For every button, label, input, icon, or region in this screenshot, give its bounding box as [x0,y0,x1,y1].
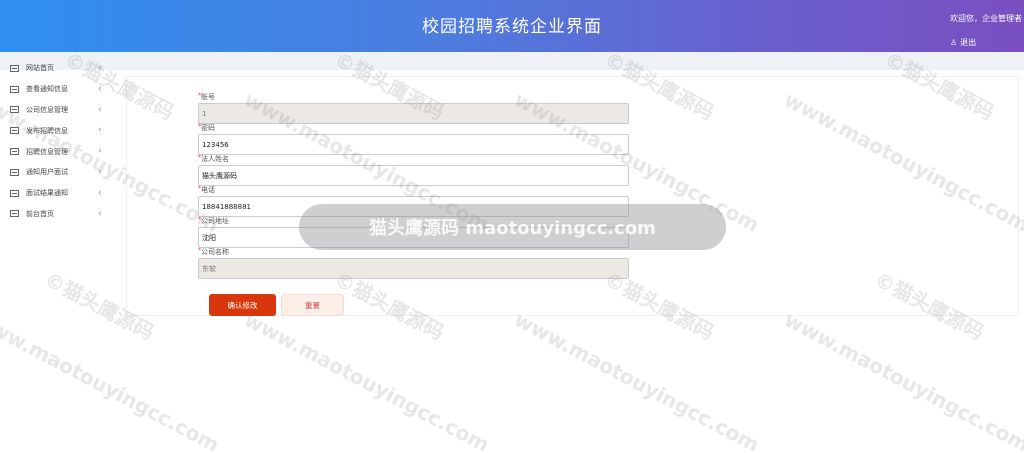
sidebar-item-label: 通知用户面试 [26,168,68,177]
password-label: *密码 [198,123,215,132]
sidebar-item-label: 查看通知信息 [26,85,68,94]
watermark-url: www.maotouyingcc.com [240,307,494,453]
sidebar-item-company-info[interactable]: 公司信息管理 ‹ [0,100,110,121]
chevron-left-icon: ‹ [98,104,102,115]
menu-icon [10,85,19,93]
logout-button[interactable]: ♙ 退出 [950,37,976,48]
watermark-url: www.maotouyingcc.com [0,307,224,453]
company-name-field[interactable] [198,258,629,279]
watermark-url: www.maotouyingcc.com [780,307,1024,453]
chevron-left-icon: ‹ [98,208,102,219]
sidebar-item-label: 前台首页 [26,209,54,218]
password-field[interactable] [198,134,629,155]
chevron-left-icon: ‹ [98,146,102,157]
phone-field[interactable] [198,196,629,217]
sidebar-item-label: 招聘信息管理 [26,147,68,156]
page-title: 校园招聘系统企业界面 [422,17,602,37]
sidebar-item-label: 面试结果通知 [26,189,68,198]
sidebar-item-job-manage[interactable]: 招聘信息管理 ‹ [0,141,110,162]
sub-bar [0,52,1024,70]
sidebar-item-notices[interactable]: 查看通知信息 ‹ [0,79,110,100]
sidebar-item-home[interactable]: 网站首页 ‹ [0,58,110,79]
sidebar-item-interview-notify[interactable]: 通知用户面试 ‹ [0,162,110,183]
address-field[interactable] [198,227,629,248]
chevron-left-icon: ‹ [98,63,102,73]
sidebar-item-front-home[interactable]: 前台首页 ‹ [0,204,110,225]
chevron-left-icon: ‹ [98,166,102,177]
user-icon: ♙ [950,38,958,47]
sidebar-item-publish-job[interactable]: 发布招聘信息 ‹ [0,120,110,141]
menu-icon [10,106,19,114]
menu-icon [10,168,19,176]
menu-icon [10,64,19,72]
account-field[interactable] [198,103,629,124]
sidebar: 网站首页 ‹ 查看通知信息 ‹ 公司信息管理 ‹ 发布招聘信息 ‹ 招聘信息管理… [0,58,110,224]
confirm-button[interactable]: 确认修改 [209,294,276,316]
chevron-left-icon: ‹ [98,187,102,198]
menu-icon [10,148,19,156]
menu-icon [10,127,19,135]
sidebar-item-label: 网站首页 [26,64,54,73]
legal-person-label: *法人姓名 [198,154,229,163]
menu-icon [10,189,19,197]
chevron-left-icon: ‹ [98,83,102,94]
company-name-label: *公司名称 [198,247,229,256]
menu-icon [10,210,19,218]
account-label: *账号 [198,92,215,101]
reset-button[interactable]: 重置 [281,294,344,316]
chevron-left-icon: ‹ [98,125,102,136]
watermark-url: www.maotouyingcc.com [510,307,764,453]
sidebar-item-interview-result[interactable]: 面试结果通知 ‹ [0,183,110,204]
address-label: *公司地址 [198,216,229,225]
sidebar-item-label: 发布招聘信息 [26,126,68,135]
welcome-text: 欢迎您，企业管理者 [950,14,1022,23]
top-header: 校园招聘系统企业界面 欢迎您，企业管理者 ♙ 退出 [0,0,1024,52]
sidebar-item-label: 公司信息管理 [26,105,68,114]
logout-label: 退出 [960,38,977,47]
legal-person-field[interactable] [198,165,629,186]
phone-label: *电话 [198,185,215,194]
